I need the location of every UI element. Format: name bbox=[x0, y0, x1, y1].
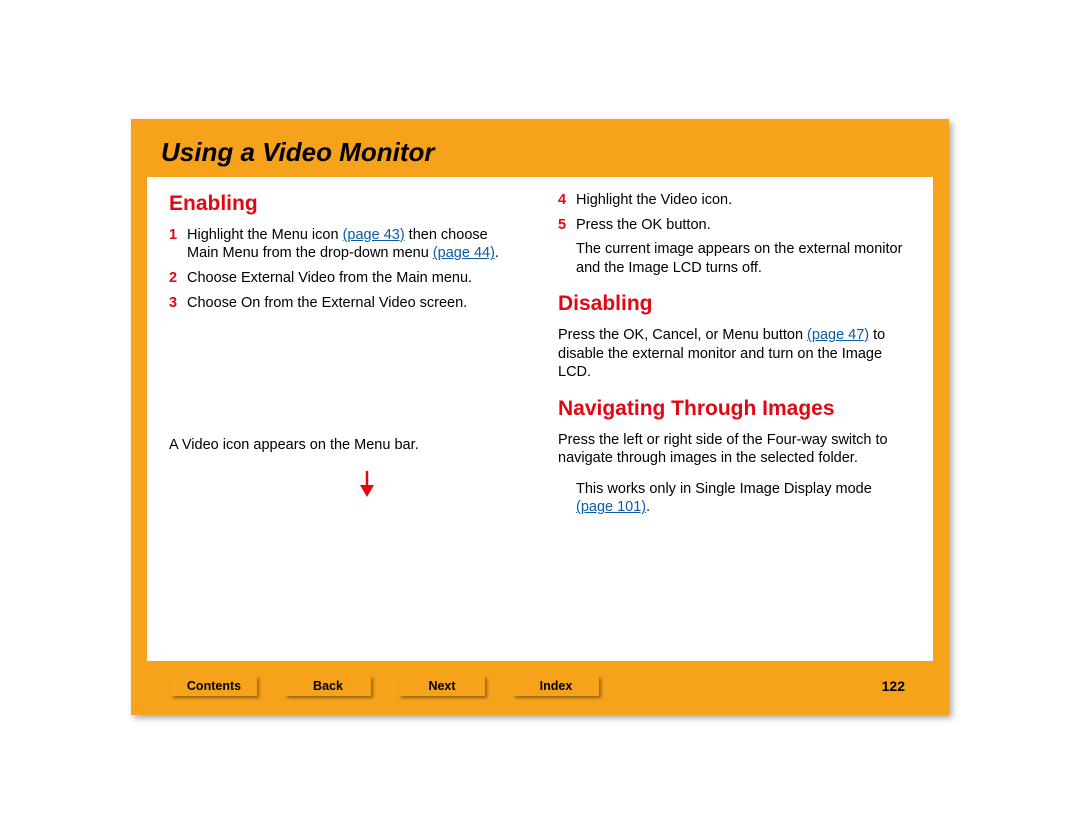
step-3: 3 Choose On from the External Video scre… bbox=[169, 294, 522, 313]
gap bbox=[169, 318, 522, 436]
right-column: 4 Highlight the Video icon. 5 Press the … bbox=[540, 191, 911, 661]
left-column: Enabling 1 Highlight the Menu icon (page… bbox=[169, 191, 540, 661]
caption: A Video icon appears on the Menu bar. bbox=[169, 436, 522, 455]
step-number: 5 bbox=[558, 216, 576, 235]
page-number: 122 bbox=[882, 678, 905, 694]
result-text: The current image appears on the externa… bbox=[558, 240, 911, 277]
step-body: Press the OK button. bbox=[576, 216, 911, 235]
next-button[interactable]: Next bbox=[399, 676, 485, 696]
step-number: 3 bbox=[169, 294, 187, 313]
contents-button[interactable]: Contents bbox=[171, 676, 257, 696]
step-text: Highlight the Menu icon bbox=[187, 227, 343, 243]
step-number: 2 bbox=[169, 269, 187, 288]
disabling-text: Press the OK, Cancel, or Menu button (pa… bbox=[558, 326, 911, 382]
nav-text: Press the left or right side of the Four… bbox=[558, 431, 911, 468]
heading-disabling: Disabling bbox=[558, 291, 911, 318]
step-5: 5 Press the OK button. bbox=[558, 216, 911, 235]
page-title: Using a Video Monitor bbox=[161, 137, 919, 168]
page-link-101[interactable]: (page 101) bbox=[576, 499, 646, 515]
content-panel: Enabling 1 Highlight the Menu icon (page… bbox=[147, 177, 933, 661]
text: This works only in Single Image Display … bbox=[576, 481, 872, 497]
step-body: Choose On from the External Video screen… bbox=[187, 294, 522, 313]
title-area: Using a Video Monitor bbox=[131, 119, 949, 178]
step-text: . bbox=[495, 245, 499, 261]
step-1: 1 Highlight the Menu icon (page 43) then… bbox=[169, 226, 522, 263]
page-link-44[interactable]: (page 44) bbox=[433, 245, 495, 261]
text: . bbox=[646, 499, 650, 515]
footer: Contents Back Next Index 122 bbox=[147, 669, 933, 703]
step-2: 2 Choose External Video from the Main me… bbox=[169, 269, 522, 288]
columns: Enabling 1 Highlight the Menu icon (page… bbox=[147, 177, 933, 661]
step-body: Highlight the Video icon. bbox=[576, 191, 911, 210]
step-number: 1 bbox=[169, 226, 187, 263]
page-link-43[interactable]: (page 43) bbox=[343, 227, 405, 243]
step-body: Highlight the Menu icon (page 43) then c… bbox=[187, 226, 522, 263]
nav-note: This works only in Single Image Display … bbox=[558, 480, 911, 517]
heading-navigating: Navigating Through Images bbox=[558, 396, 911, 423]
text: Press the OK, Cancel, or Menu button bbox=[558, 327, 807, 343]
page-frame: Using a Video Monitor Enabling 1 Highlig… bbox=[131, 119, 949, 715]
page-link-47[interactable]: (page 47) bbox=[807, 327, 869, 343]
step-4: 4 Highlight the Video icon. bbox=[558, 191, 911, 210]
step-body: Choose External Video from the Main menu… bbox=[187, 269, 522, 288]
heading-enabling: Enabling bbox=[169, 191, 522, 218]
step-number: 4 bbox=[558, 191, 576, 210]
down-arrow-icon bbox=[359, 471, 375, 497]
index-button[interactable]: Index bbox=[513, 676, 599, 696]
back-button[interactable]: Back bbox=[285, 676, 371, 696]
gap bbox=[558, 468, 911, 480]
